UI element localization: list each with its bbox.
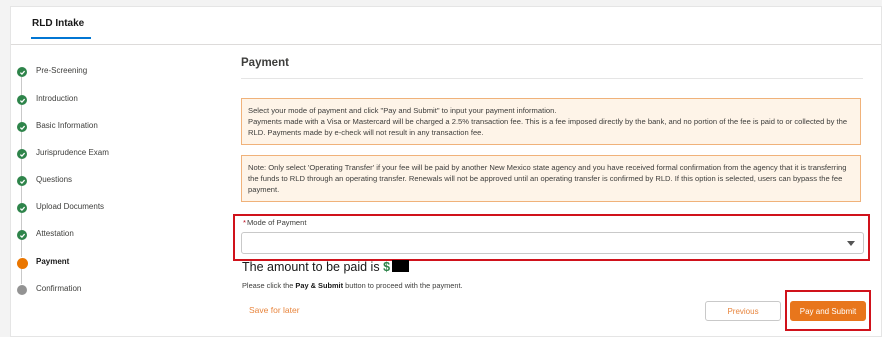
check-icon <box>17 122 27 132</box>
check-icon <box>17 230 27 240</box>
step-label: Introduction <box>36 94 78 103</box>
proceed-after: button to proceed with the payment. <box>345 281 463 290</box>
step-label: Basic Information <box>36 121 98 130</box>
step-label: Confirmation <box>36 284 82 293</box>
notice-line: Payments made with a Visa or Mastercard … <box>248 117 848 138</box>
proceed-instruction: Please click the Pay & Submit button to … <box>242 281 463 290</box>
required-asterisk: * <box>243 218 246 227</box>
current-step-icon <box>16 257 28 269</box>
step-label: Questions <box>36 175 73 184</box>
operating-transfer-notice: Note: Only select 'Operating Transfer' i… <box>241 155 861 202</box>
mode-of-payment-label: *Mode of Payment <box>243 218 306 227</box>
check-icon <box>17 95 27 105</box>
redacted-amount <box>392 260 410 272</box>
step-label: Payment <box>36 257 70 266</box>
payment-info-notice: Select your mode of payment and click "P… <box>241 98 861 145</box>
proceed-before: Please click the <box>242 281 294 290</box>
active-tab-indicator <box>31 37 91 39</box>
section-title: Payment <box>241 57 289 69</box>
save-for-later-link[interactable]: Save for later <box>249 305 300 315</box>
mode-of-payment-select[interactable] <box>241 232 864 254</box>
step-label: Upload Documents <box>36 202 105 211</box>
step-label: Jurisprudence Exam <box>36 148 109 157</box>
check-icon <box>17 67 27 77</box>
amount-to-pay: The amount to be paid is $ <box>242 260 410 274</box>
pay-and-submit-button[interactable]: Pay and Submit <box>790 301 866 321</box>
check-icon <box>17 176 27 186</box>
amount-text: The amount to be paid is <box>242 260 380 274</box>
notice-text: Note: Only select 'Operating Transfer' i… <box>248 163 847 195</box>
step-connector <box>21 268 22 284</box>
notice-line: Select your mode of payment and click "P… <box>248 106 557 115</box>
proceed-bold: Pay & Submit <box>295 281 344 290</box>
tab-rld-intake[interactable]: RLD Intake <box>32 18 84 29</box>
check-icon <box>17 149 27 159</box>
pending-step-icon <box>17 285 27 295</box>
step-label: Pre-Screening <box>36 66 88 75</box>
tab-bar: RLD Intake <box>11 7 881 45</box>
title-divider <box>241 78 863 79</box>
chevron-down-icon <box>847 241 855 246</box>
check-icon <box>17 203 27 213</box>
dollar-sign: $ <box>383 260 391 274</box>
step-label: Attestation <box>36 229 74 238</box>
previous-button[interactable]: Previous <box>705 301 781 321</box>
field-label-text: Mode of Payment <box>246 218 307 227</box>
